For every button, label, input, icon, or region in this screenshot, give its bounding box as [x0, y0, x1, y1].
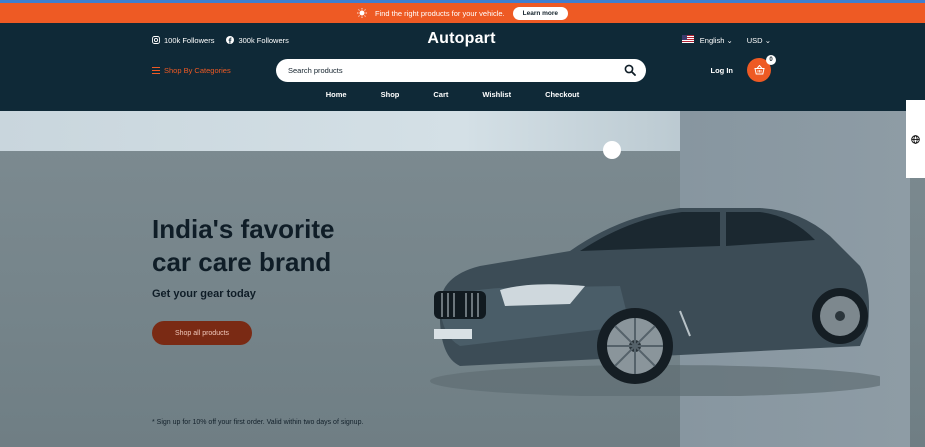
hero-subheadline: Get your gear today — [152, 288, 256, 300]
currency-label: USD — [746, 35, 763, 45]
chevron-down-icon: ⌄ — [764, 35, 771, 45]
chevron-down-icon: ⌄ — [726, 36, 733, 45]
search-bar — [276, 58, 646, 82]
site-logo[interactable]: Autopart — [427, 30, 495, 48]
search-icon[interactable] — [624, 64, 636, 76]
shop-all-products-button[interactable]: Shop all products — [152, 321, 252, 345]
main-nav: Home Shop Cart Wishlist Checkout — [0, 90, 925, 99]
nav-home[interactable]: Home — [326, 90, 347, 99]
shop-by-categories-button[interactable]: Shop By Categories — [152, 66, 231, 75]
language-selector[interactable]: English ⌄ — [681, 35, 733, 45]
cart-count-badge: 0 — [766, 55, 776, 65]
learn-more-button[interactable]: Learn more — [512, 6, 569, 20]
nav-checkout[interactable]: Checkout — [545, 90, 579, 99]
globe-icon — [911, 134, 920, 144]
nav-shop[interactable]: Shop — [381, 90, 400, 99]
car-image — [430, 208, 880, 396]
currency-selector[interactable]: USD ⌄ — [747, 36, 771, 45]
signup-footnote: * Sign up for 10% off your first order. … — [152, 419, 364, 426]
instagram-icon — [152, 36, 160, 44]
categories-label: Shop By Categories — [164, 65, 231, 75]
bulb-icon — [356, 8, 367, 18]
basket-icon — [753, 65, 765, 75]
login-link[interactable]: Log In — [711, 66, 734, 75]
nav-wishlist[interactable]: Wishlist — [482, 90, 511, 99]
accessibility-tab[interactable] — [906, 100, 925, 178]
social-links: 100k Followers 300k Followers — [152, 36, 289, 45]
hero-banner: India's favorite car care brand Get your… — [0, 111, 925, 447]
nav-cart[interactable]: Cart — [433, 90, 448, 99]
hero-headline: India's favorite car care brand — [152, 213, 334, 279]
us-flag-icon — [681, 35, 694, 43]
slider-indicator[interactable] — [603, 141, 621, 159]
facebook-icon — [226, 36, 235, 44]
search-input[interactable] — [286, 64, 624, 76]
site-header: 100k Followers 300k Followers Autopart E… — [0, 23, 925, 111]
language-label: English — [699, 36, 725, 45]
facebook-link[interactable]: 300k Followers — [226, 35, 289, 45]
headline-line-1: India's favorite — [152, 214, 335, 244]
instagram-followers: 100k Followers — [164, 35, 215, 45]
cart-button[interactable]: 0 — [747, 55, 776, 82]
facebook-followers: 300k Followers — [238, 35, 289, 45]
instagram-link[interactable]: 100k Followers — [152, 36, 214, 45]
menu-icon — [152, 66, 160, 74]
headline-line-2: car care brand — [152, 247, 332, 277]
announcement-bar: Find the right products for your vehicle… — [0, 3, 925, 23]
announcement-text: Find the right products for your vehicle… — [374, 8, 505, 18]
